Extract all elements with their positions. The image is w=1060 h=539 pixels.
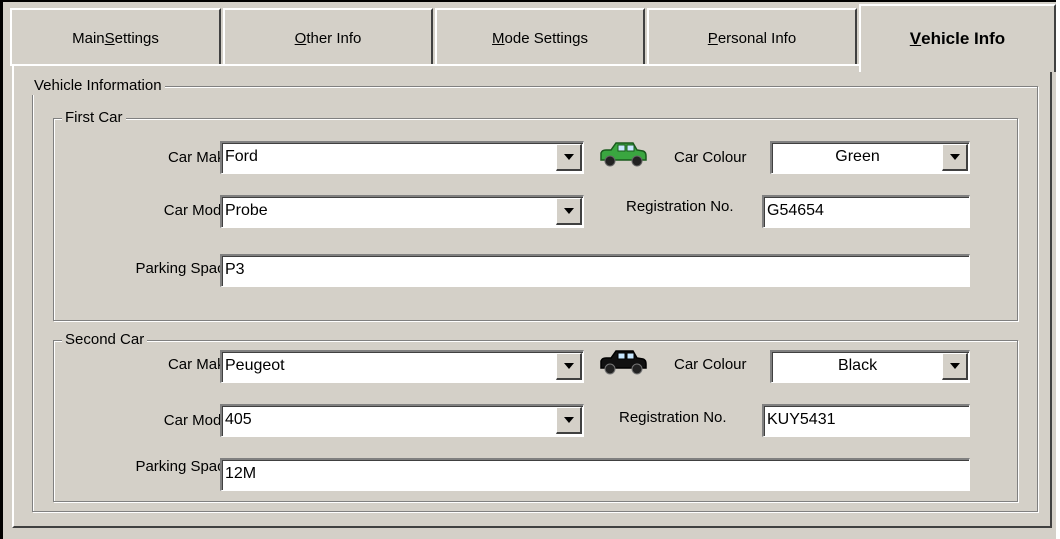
tab-label-accel: V: [909, 29, 922, 48]
car-colour-value: Green: [835, 148, 880, 165]
dropdown-button[interactable]: [942, 353, 968, 380]
tab-label: ettings: [114, 29, 159, 47]
dropdown-button[interactable]: [556, 198, 582, 225]
tab-strip: Main Settings Other Info Mode Settings P…: [10, 4, 1056, 72]
chevron-down-icon: [563, 417, 574, 423]
tab-label-accel: O: [294, 29, 307, 47]
parking-space-label: Parking Space: [135, 458, 233, 475]
car-model-dropdown[interactable]: Probe: [220, 195, 584, 228]
car-make-value: Peugeot: [225, 357, 285, 374]
car-make-dropdown[interactable]: Ford: [220, 141, 584, 174]
tab-vehicle-info[interactable]: Vehicle Info: [859, 4, 1056, 72]
tab-label: ther Info: [306, 29, 362, 47]
tab-label-accel: P: [707, 29, 718, 47]
parking-space-label: Parking Space: [135, 260, 233, 277]
car-colour-label: Car Colour: [674, 356, 747, 373]
registration-label: Registration No.: [626, 198, 734, 215]
group-title: Second Car: [62, 331, 148, 349]
tab-label: ehicle Info: [921, 29, 1006, 48]
car-colour-dropdown[interactable]: Green: [770, 141, 970, 174]
chevron-down-icon: [563, 154, 574, 160]
registration-input[interactable]: G54654: [762, 195, 970, 228]
first-car-group: First Car Car Make Ford Car Colour Green…: [53, 109, 1018, 321]
car-colour-dropdown[interactable]: Black: [770, 350, 970, 383]
chevron-down-icon: [949, 363, 960, 369]
tab-other-info[interactable]: Other Info: [223, 8, 433, 66]
dropdown-button[interactable]: [942, 144, 968, 171]
parking-space-input[interactable]: P3: [220, 254, 970, 287]
parking-space-input[interactable]: 12M: [220, 458, 970, 491]
tab-label-accel: S: [104, 29, 115, 47]
group-title: First Car: [62, 109, 126, 127]
dropdown-button[interactable]: [556, 353, 582, 380]
car-colour-value: Black: [837, 357, 878, 374]
tab-label: ode Settings: [504, 29, 588, 47]
tab-label: Main: [72, 29, 105, 47]
tab-label-accel: M: [492, 29, 505, 47]
group-title: Vehicle Information: [31, 77, 165, 95]
window-frame-top: [0, 0, 1060, 2]
car-model-value: Probe: [225, 202, 268, 219]
vehicle-information-group: Vehicle Information First Car Car Make F…: [31, 77, 1038, 512]
tab-mode-settings[interactable]: Mode Settings: [435, 8, 645, 66]
dropdown-button[interactable]: [556, 407, 582, 434]
chevron-down-icon: [563, 363, 574, 369]
car-model-value: 405: [225, 411, 252, 428]
car-colour-label: Car Colour: [674, 149, 747, 166]
chevron-down-icon: [563, 208, 574, 214]
tab-label: ersonal Info: [717, 29, 797, 47]
chevron-down-icon: [949, 154, 960, 160]
second-car-group: Second Car Car Make Peugeot Car Colour B…: [53, 331, 1018, 502]
window-frame-right: [1056, 0, 1060, 539]
dropdown-button[interactable]: [556, 144, 582, 171]
car-make-value: Ford: [225, 148, 258, 165]
tab-main-settings[interactable]: Main Settings: [10, 8, 221, 66]
car-icon: [600, 350, 647, 375]
car-icon: [600, 142, 647, 167]
car-make-dropdown[interactable]: Peugeot: [220, 350, 584, 383]
registration-input[interactable]: KUY5431: [762, 404, 970, 437]
tab-panel-vehicle-info: Vehicle Information First Car Car Make F…: [12, 64, 1052, 528]
tab-personal-info[interactable]: Personal Info: [647, 8, 857, 66]
window-frame-left: [0, 0, 3, 539]
registration-label: Registration No.: [619, 409, 727, 426]
car-model-dropdown[interactable]: 405: [220, 404, 584, 437]
